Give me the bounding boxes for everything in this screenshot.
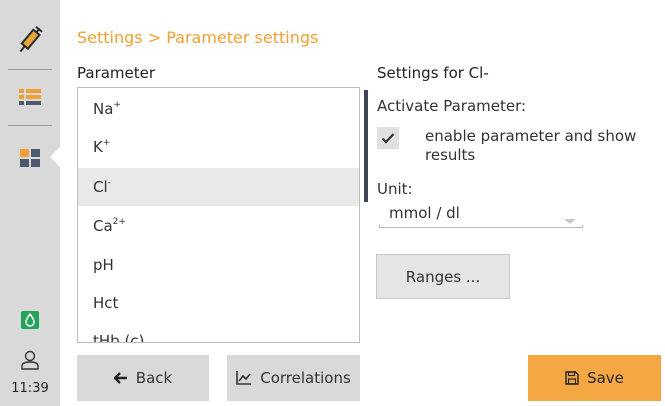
unit-select-value: mmol / dl [389,204,460,222]
list-item-k[interactable]: K + [78,128,359,166]
parameter-list[interactable]: Na + K + Cl - Ca 2+ pH Hct tHb (c) [77,87,360,343]
unit-select[interactable]: mmol / dl [379,204,583,228]
correlations-button-label: Correlations [260,369,351,387]
correlations-button[interactable]: Correlations [227,355,360,401]
param-name: K [93,138,103,156]
param-charge: 2+ [112,217,126,227]
list-item-ph[interactable]: pH [78,246,359,284]
param-charge: - [107,178,111,188]
ranges-button[interactable]: Ranges ... [376,254,510,299]
parameter-panel-title: Parameter [77,64,156,82]
list-item-cl[interactable]: Cl - [78,168,359,206]
sidebar-separator [8,69,52,70]
unit-label: Unit: [377,180,413,198]
enable-parameter-text: enable parameter and show results [425,127,637,164]
param-name: Na [93,100,114,118]
chart-icon [236,371,252,385]
syringe-icon[interactable] [0,20,60,60]
back-button-label: Back [135,369,173,387]
user-icon[interactable] [0,348,60,372]
ranges-button-label: Ranges ... [405,267,481,286]
active-nav-indicator [50,147,60,167]
list-item-na[interactable]: Na + [78,90,359,128]
sidebar-separator [8,125,52,126]
save-button[interactable]: Save [528,355,661,401]
param-name: Ca [93,217,113,235]
param-name: tHb (c) [93,332,145,343]
list-item-hct[interactable]: Hct [78,284,359,322]
sidebar: 11:39 [0,0,60,406]
enable-parameter-checkbox[interactable] [377,127,399,149]
param-charge: + [102,138,111,148]
save-icon [565,371,579,385]
chevron-down-icon [564,219,576,224]
list-item-ca[interactable]: Ca 2+ [78,207,359,245]
drop-icon[interactable] [0,309,60,331]
activate-parameter-label: Activate Parameter: [377,97,527,115]
param-name: Cl [93,178,108,196]
back-button[interactable]: Back [77,355,209,401]
save-button-label: Save [587,369,624,387]
select-underline [379,225,583,228]
param-charge: + [113,100,121,110]
list-item-thb[interactable]: tHb (c) [78,322,359,343]
scroll-indicator[interactable] [364,90,368,202]
breadcrumb: Settings > Parameter settings [77,28,319,47]
settings-panel-title: Settings for Cl- [377,64,489,82]
param-name: Hct [93,294,119,312]
arrow-left-icon [113,372,127,384]
param-name: pH [93,256,114,274]
clock-time: 11:39 [11,381,49,396]
checkmark-icon [381,133,395,144]
list-icon[interactable] [0,85,60,109]
